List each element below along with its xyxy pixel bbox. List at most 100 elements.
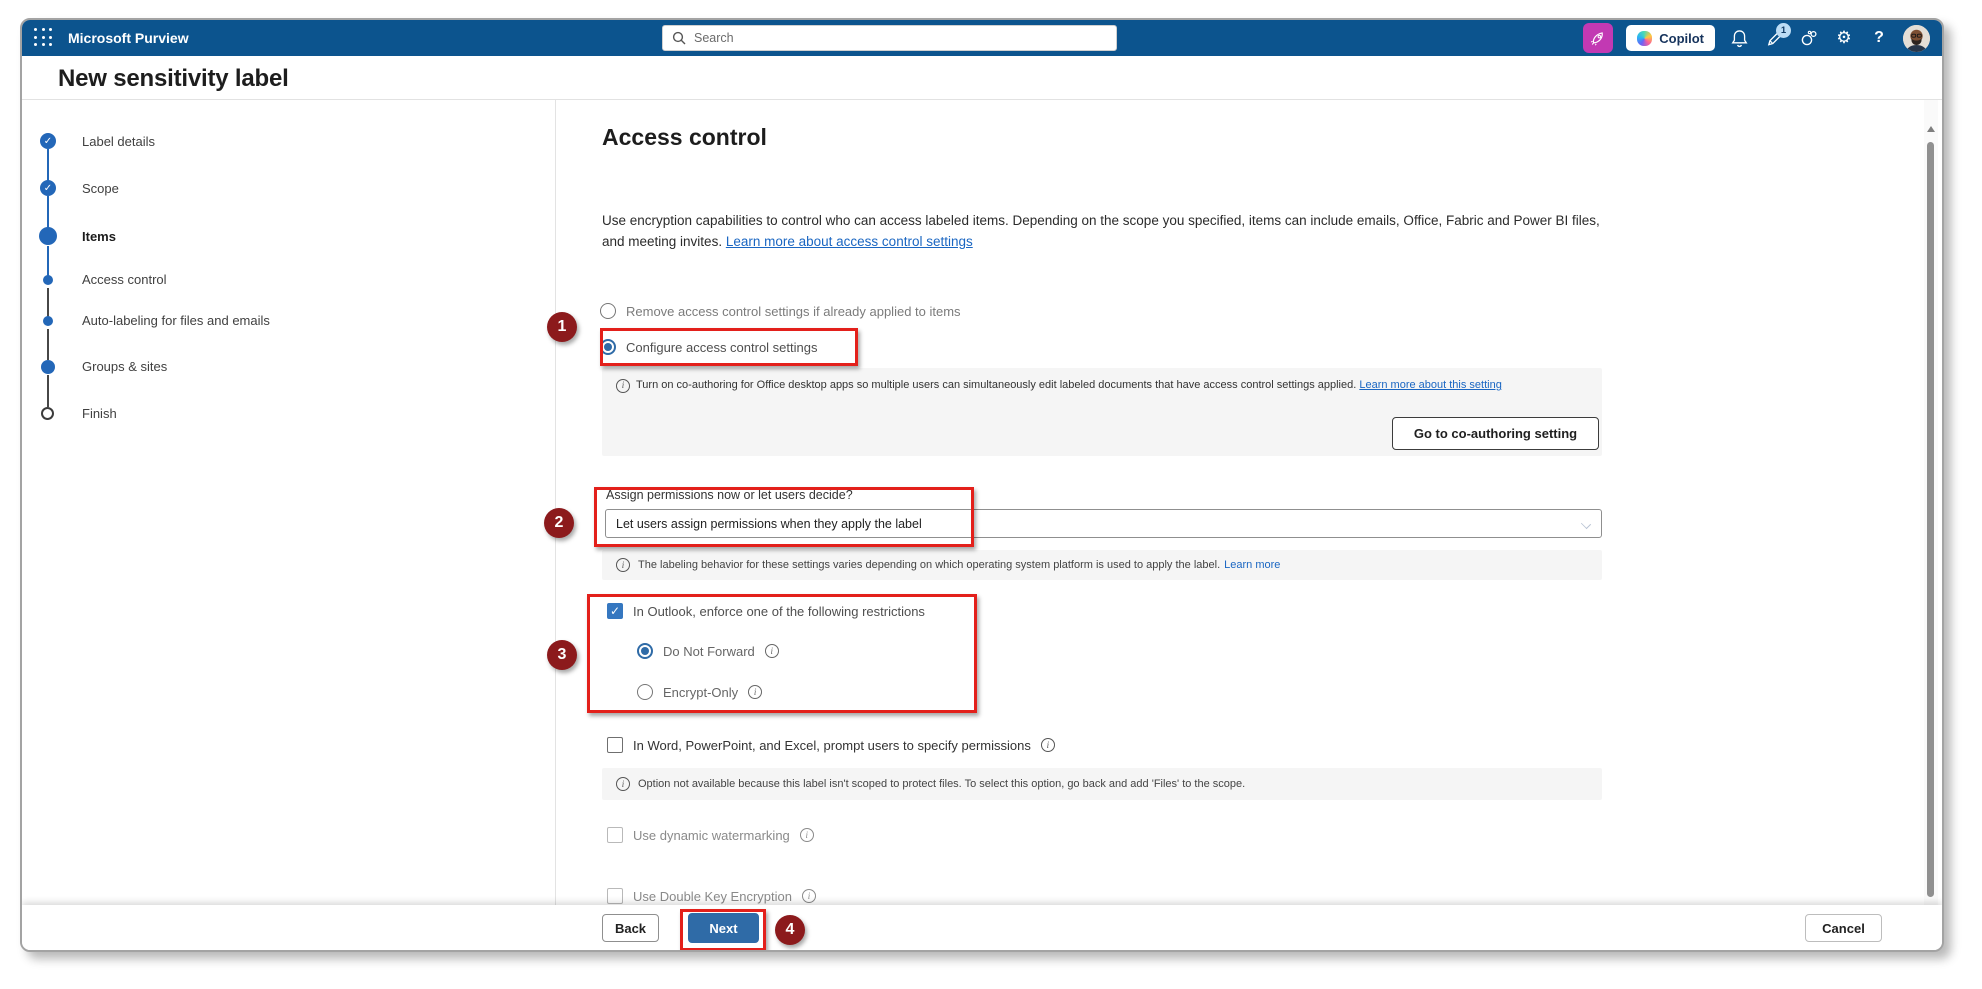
word-prompt-checkbox[interactable]: [607, 737, 623, 753]
go-to-coauthoring-button[interactable]: Go to co-authoring setting: [1392, 417, 1599, 450]
help-button[interactable]: ?: [1868, 25, 1890, 51]
back-button[interactable]: Back: [602, 914, 659, 942]
radio-configure-access[interactable]: [600, 339, 616, 355]
stepper-item-auto-labeling[interactable]: Auto-labeling for files and emails: [82, 313, 270, 328]
step-check-icon: ✓: [40, 133, 56, 149]
dynamic-watermark-row[interactable]: Use dynamic watermarking i: [607, 827, 814, 843]
radio-do-not-forward[interactable]: [637, 643, 653, 659]
radio-row-configure-access[interactable]: Configure access control settings: [600, 339, 817, 355]
gear-icon: ⚙: [1836, 27, 1852, 48]
rocket-icon: [1591, 32, 1604, 46]
search-icon: [672, 31, 686, 45]
stepper-item-label-details[interactable]: Label details: [82, 134, 155, 149]
promoted-rocket-button[interactable]: [1583, 23, 1614, 53]
app-window: Microsoft Purview Copilot: [20, 18, 1944, 952]
section-description: Use encryption capabilities to control w…: [602, 210, 1604, 252]
do-not-forward-row[interactable]: Do Not Forward i: [637, 643, 779, 659]
chevron-down-icon: [1580, 518, 1592, 530]
wizard-content: ✓ Label details ✓ Scope Items Access con…: [22, 100, 1942, 905]
step-check-icon: ✓: [40, 180, 56, 196]
encrypt-only-info-icon[interactable]: i: [748, 685, 763, 699]
radio-configure-access-label: Configure access control settings: [626, 339, 818, 355]
radio-remove-access-label: Remove access control settings if alread…: [626, 303, 961, 319]
double-key-encryption-label: Use Double Key Encryption: [633, 888, 792, 904]
cancel-button[interactable]: Cancel: [1805, 914, 1882, 942]
labeling-learn-more-link[interactable]: Learn more: [1224, 559, 1280, 571]
next-button[interactable]: Next: [688, 913, 759, 943]
annotation-number-1: 1: [547, 312, 577, 342]
radio-encrypt-only[interactable]: [637, 684, 653, 700]
outlook-restriction-row[interactable]: In Outlook, enforce one of the following…: [607, 603, 925, 619]
account-avatar[interactable]: [1903, 24, 1930, 52]
feedback-button[interactable]: 1: [1763, 23, 1791, 51]
word-prompt-row[interactable]: In Word, PowerPoint, and Excel, prompt u…: [607, 737, 1055, 753]
dynamic-watermark-info-icon[interactable]: i: [799, 828, 814, 842]
info-icon: i: [616, 558, 630, 572]
notifications-button[interactable]: [1728, 25, 1750, 51]
encrypt-only-row[interactable]: Encrypt-Only i: [637, 684, 763, 700]
radio-row-remove-access[interactable]: Remove access control settings if alread…: [600, 303, 961, 319]
double-key-encryption-info-icon[interactable]: i: [801, 889, 816, 903]
step-dot-icon: [43, 316, 53, 326]
avatar-image: [1903, 24, 1930, 52]
do-not-forward-info-icon[interactable]: i: [764, 644, 779, 658]
dynamic-watermark-label: Use dynamic watermarking: [633, 827, 790, 843]
assign-permissions-question: Assign permissions now or let users deci…: [606, 488, 853, 502]
page-title: New sensitivity label: [58, 65, 289, 92]
do-not-forward-label: Do Not Forward: [663, 643, 755, 659]
settings-button[interactable]: ⚙: [1833, 25, 1855, 51]
stepper-item-items[interactable]: Items: [82, 229, 116, 244]
annotation-number-3: 3: [547, 640, 577, 670]
community-icon: [1801, 30, 1817, 46]
info-icon: i: [616, 777, 630, 791]
annotation-number-2: 2: [544, 508, 574, 538]
stepper-divider: [555, 100, 556, 905]
radio-remove-access[interactable]: [600, 303, 616, 319]
stepper-item-access-control[interactable]: Access control: [82, 272, 167, 287]
copilot-button[interactable]: Copilot: [1626, 25, 1715, 51]
app-title: Microsoft Purview: [68, 30, 189, 46]
top-bar: Microsoft Purview Copilot: [22, 20, 1942, 56]
outlook-restriction-label: In Outlook, enforce one of the following…: [633, 603, 925, 619]
assign-permissions-selected-value: Let users assign permissions when they a…: [616, 516, 922, 531]
stepper-connector: [47, 288, 49, 318]
encrypt-only-label: Encrypt-Only: [663, 684, 739, 700]
stepper-item-scope[interactable]: Scope: [82, 181, 119, 196]
info-icon: i: [616, 378, 630, 393]
app-launcher-waffle-icon[interactable]: [34, 28, 54, 48]
step-dot-icon: [41, 360, 55, 374]
assign-permissions-dropdown[interactable]: Let users assign permissions when they a…: [605, 509, 1602, 538]
stepper-item-groups-sites[interactable]: Groups & sites: [82, 359, 167, 374]
search-input[interactable]: [694, 31, 1107, 45]
annotation-number-4: 4: [775, 915, 805, 945]
word-prompt-info-icon[interactable]: i: [1040, 738, 1055, 752]
scope-info-text: Option not available because this label …: [638, 778, 1246, 790]
help-icon: ?: [1874, 29, 1884, 46]
page-header: New sensitivity label: [22, 56, 1942, 100]
dynamic-watermark-checkbox[interactable]: [607, 827, 623, 843]
access-control-learn-more-link[interactable]: Learn more about access control settings: [726, 234, 973, 249]
section-heading: Access control: [602, 124, 767, 150]
bell-icon: [1730, 29, 1748, 47]
double-key-encryption-checkbox[interactable]: [607, 888, 623, 904]
community-button[interactable]: [1798, 25, 1820, 51]
copilot-icon: [1637, 30, 1653, 46]
double-key-encryption-row[interactable]: Use Double Key Encryption i: [607, 888, 816, 904]
scrollbar-thumb[interactable]: [1927, 142, 1934, 897]
vertical-scrollbar[interactable]: [1924, 100, 1938, 905]
stepper-connector: [47, 149, 49, 181]
outlook-restriction-checkbox[interactable]: [607, 603, 623, 619]
scroll-up-arrow-icon[interactable]: [1927, 126, 1935, 132]
coauthoring-learn-more-link[interactable]: Learn more about this setting: [1359, 379, 1501, 391]
stepper-connector: [47, 246, 49, 277]
word-prompt-label: In Word, PowerPoint, and Excel, prompt u…: [633, 737, 1031, 753]
labeling-behavior-info-strip: i The labeling behavior for these settin…: [602, 550, 1602, 580]
wizard-footer: Back Next Cancel: [22, 905, 1942, 950]
labeling-behavior-text: The labeling behavior for these settings…: [638, 559, 1221, 571]
stepper-connector: [47, 375, 49, 407]
coauthoring-info-text: Turn on co-authoring for Office desktop …: [636, 379, 1357, 391]
search-box[interactable]: [662, 25, 1117, 51]
scope-info-strip: i Option not available because this labe…: [602, 768, 1602, 800]
copilot-label: Copilot: [1659, 30, 1704, 46]
stepper-item-finish[interactable]: Finish: [82, 406, 117, 421]
